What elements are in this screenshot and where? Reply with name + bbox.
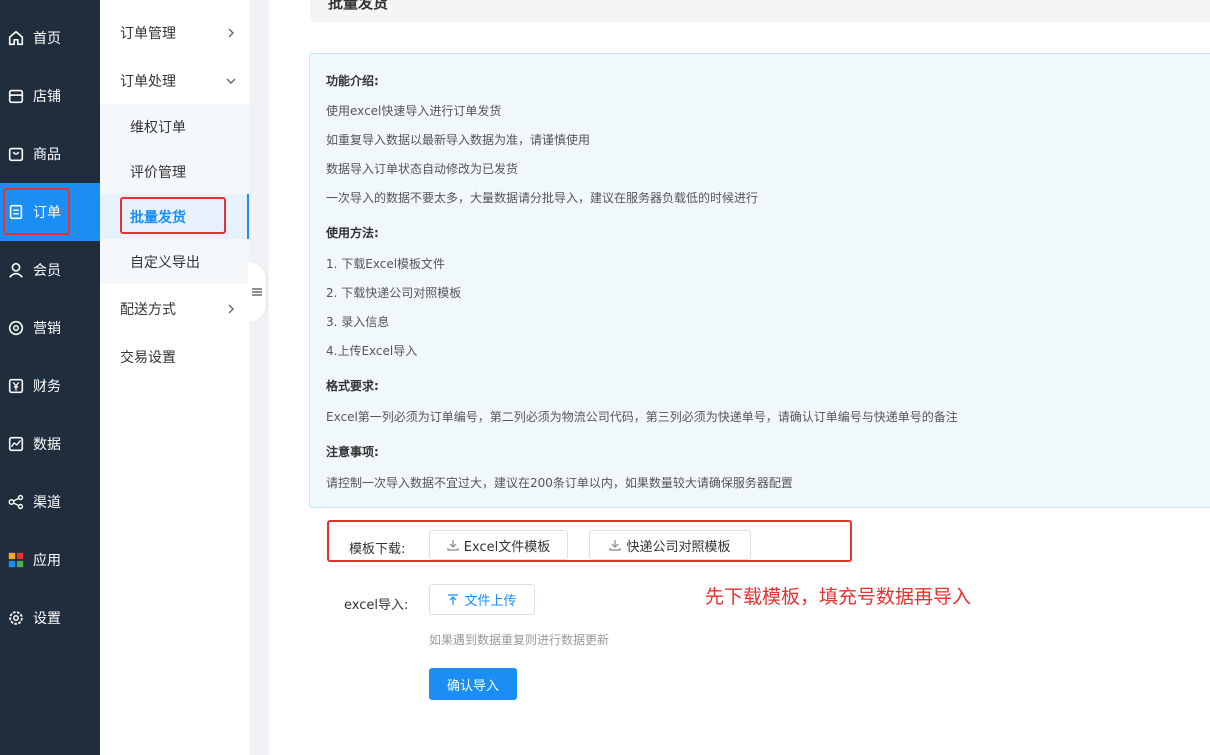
confirm-import-button[interactable]: 确认导入 [429,668,517,700]
nav-item-finance[interactable]: 财务 [0,357,100,415]
upload-button[interactable]: 文件上传 [429,584,535,615]
intro-title: 功能介绍: [326,74,379,88]
usage-line: 3. 录入信息 [326,315,390,329]
nav-item-goods[interactable]: 商品 [0,125,100,183]
menu-icon [252,288,262,296]
nav-label: 订单 [33,205,61,221]
annotation-text: 先下载模板，填充号数据再导入 [705,586,972,608]
store-icon [6,86,26,106]
download-icon [609,540,622,551]
apps-icon [6,550,26,570]
intro-line: 一次导入的数据不要太多，大量数据请分批导入，建议在服务器负载低的时候进行 [326,191,759,205]
nav-label: 应用 [33,553,61,569]
nav-label: 商品 [33,147,61,163]
button-label: Excel文件模板 [463,539,551,555]
sub-nav: 订单管理 订单处理 维权订单 评价管理 批量发货 自定义导出 配送方式 交易设置 [100,0,249,755]
download-icon [447,540,459,551]
nav-label: 店铺 [33,89,61,105]
collapse-toggle[interactable] [248,262,266,322]
home-icon [6,28,26,48]
button-label: 快递公司对照模板 [626,539,731,555]
nav-label: 会员 [33,263,61,279]
marketing-icon [6,318,26,338]
button-label: 文件上传 [464,594,517,609]
subnav-order-manage[interactable]: 订单管理 [100,9,249,57]
chart-icon [6,434,26,454]
yen-icon [6,376,26,396]
usage-title: 使用方法: [326,226,379,240]
nav-label: 营销 [33,321,61,337]
subnav-label: 交易设置 [120,350,176,366]
page-header [310,0,1210,22]
upload-icon [448,593,459,605]
subnav-item-batch-ship[interactable]: 批量发货 [100,194,249,239]
subnav-label: 订单处理 [120,74,176,90]
subnav-label: 维权订单 [130,119,186,136]
subnav-order-process[interactable]: 订单处理 [100,57,249,105]
nav-item-data[interactable]: 数据 [0,415,100,473]
usage-line: 1. 下载Excel模板文件 [326,257,446,271]
info-panel: 功能介绍: 使用excel快速导入进行订单发货 如重复导入数据以最新导入数据为准… [309,53,1210,508]
divider-strip [249,0,269,755]
chevron-down-icon [226,78,236,84]
subnav-label: 自定义导出 [130,254,200,271]
nav-item-settings[interactable]: 设置 [0,589,100,647]
bag-icon [6,144,26,164]
subnav-label: 批量发货 [130,209,186,226]
nav-label: 财务 [33,379,61,395]
subnav-item-reviews[interactable]: 评价管理 [100,149,249,194]
format-line: Excel第一列必须为订单编号，第二列必须为物流公司代码，第三列必须为快递单号，… [326,410,958,424]
subnav-item-rights[interactable]: 维权订单 [100,104,249,149]
nav-item-store[interactable]: 店铺 [0,67,100,125]
import-label: excel导入: [344,598,409,613]
nav-label: 首页 [33,31,61,47]
template-label: 模板下载: [349,542,406,557]
notice-line: 请控制一次导入数据不宜过大，建议在200条订单以内，如果数量较大请确保服务器配置 [326,476,793,490]
nav-label: 设置 [33,611,61,627]
format-title: 格式要求: [326,379,379,393]
order-icon [6,202,26,222]
intro-line: 如重复导入数据以最新导入数据为准，请谨慎使用 [326,133,591,147]
settings-icon [6,608,26,628]
main-nav: 首页 店铺 商品 订单 会员 营销 财务 数据 渠道 应用 设置 [0,0,100,755]
subnav-label: 评价管理 [130,164,186,181]
chevron-right-icon [228,28,234,38]
usage-line: 4.上传Excel导入 [326,344,418,358]
nav-label: 数据 [33,437,61,453]
user-icon [6,260,26,280]
nav-item-apps[interactable]: 应用 [0,531,100,589]
subnav-delivery[interactable]: 配送方式 [100,285,249,333]
subnav-label: 配送方式 [120,302,176,318]
page-title: 批量发货 [328,0,389,12]
intro-line: 使用excel快速导入进行订单发货 [326,104,502,118]
nav-item-home[interactable]: 首页 [0,9,100,67]
intro-line: 数据导入订单状态自动修改为已发货 [326,162,519,176]
express-template-button[interactable]: 快递公司对照模板 [589,530,751,560]
nav-item-channel[interactable]: 渠道 [0,473,100,531]
subnav-item-custom-export[interactable]: 自定义导出 [100,239,249,284]
nav-label: 渠道 [33,495,61,511]
upload-hint: 如果遇到数据重复则进行数据更新 [429,633,610,647]
subnav-label: 订单管理 [120,26,176,42]
channel-icon [6,492,26,512]
nav-item-order[interactable]: 订单 [0,183,100,241]
usage-line: 2. 下载快递公司对照模板 [326,286,462,300]
subnav-trade-settings[interactable]: 交易设置 [100,333,249,381]
chevron-right-icon [228,304,234,314]
excel-template-button[interactable]: Excel文件模板 [429,530,568,560]
subnav-group: 维权订单 评价管理 批量发货 自定义导出 [100,104,249,284]
nav-item-marketing[interactable]: 营销 [0,299,100,357]
nav-item-member[interactable]: 会员 [0,241,100,299]
notice-title: 注意事项: [326,445,379,459]
